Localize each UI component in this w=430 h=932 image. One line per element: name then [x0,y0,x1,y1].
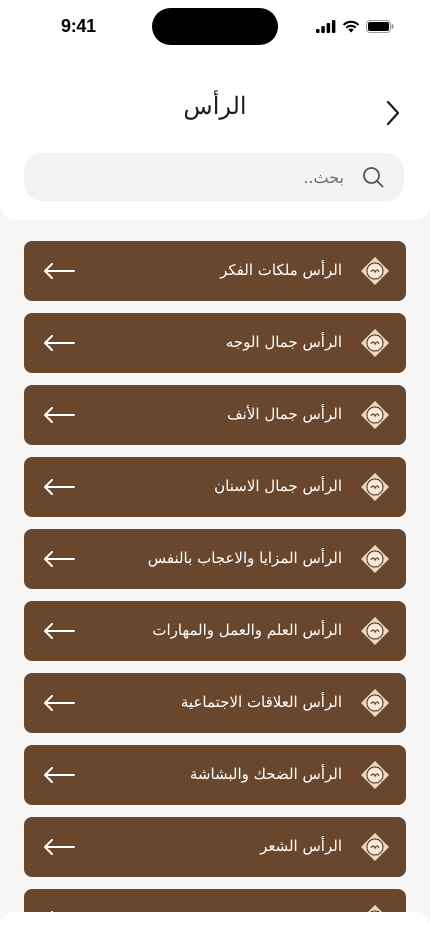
search-box[interactable] [24,153,404,201]
arrow-left-icon [44,839,75,855]
back-button[interactable] [380,98,406,128]
arrow-left-icon [44,263,75,279]
search-input[interactable] [44,153,344,201]
arrow-left-icon [44,479,75,495]
list-item-label: الرأس جمال الوجه [225,333,342,351]
header-card: الرأس [0,54,430,220]
list-item[interactable]: الرأس المزايا والاعجاب بالنفس [24,529,406,589]
ornament-badge-icon [361,761,389,789]
list-item[interactable]: الرأس جمال الوجه [24,313,406,373]
ornament-badge-icon [368,905,382,912]
status-bar: 9:41 [0,0,430,54]
arrow-left-icon [44,551,75,567]
ornament-badge-icon [361,833,389,861]
ornament-badge-icon [361,473,389,501]
list-item[interactable]: الرأس ملكات الفكر [24,241,406,301]
list-item-label: الرأس الشعر [260,837,342,855]
chevron-right-icon [386,100,400,126]
list-item-label: الرأس جمال الأنف [227,405,342,423]
list-item-label: الرأس الضحك والبشاشة [189,765,342,783]
search-icon[interactable] [362,166,384,188]
bottom-bar [0,912,430,932]
list-item[interactable] [24,889,406,912]
phone-screen: 9:41 الرأس بحث.. الرأس ملكات الفكر الرأس… [0,0,430,932]
arrow-left-icon [44,623,75,639]
arrow-left-icon [44,407,75,423]
list-item-label: الرأس ملكات الفكر [220,261,342,279]
dynamic-island [152,8,278,45]
list-item-label: الرأس العلاقات الاجتماعية [180,693,342,711]
list-item[interactable]: الرأس جمال الاسنان [24,457,406,517]
page-title: الرأس [183,92,247,120]
list-item[interactable]: الرأس جمال الأنف [24,385,406,445]
cellular-icon [316,19,336,33]
ornament-badge-icon [361,329,389,357]
list-item[interactable]: الرأس العلاقات الاجتماعية [24,673,406,733]
ornament-badge-icon [361,545,389,573]
topic-list: الرأس ملكات الفكر الرأس جمال الوجه الرأس… [24,241,406,912]
battery-icon [366,19,394,33]
ornament-badge-icon [361,689,389,717]
ornament-badge-icon [361,401,389,429]
arrow-left-icon [44,767,75,783]
list-item-label: الرأس العلم والعمل والمهارات [152,621,342,639]
list-item[interactable]: الرأس الضحك والبشاشة [24,745,406,805]
list-item[interactable]: الرأس الشعر [24,817,406,877]
wifi-icon [342,20,360,32]
list-item-label: الرأس جمال الاسنان [214,477,342,495]
list-item[interactable]: الرأس العلم والعمل والمهارات [24,601,406,661]
status-icons [316,18,394,34]
list-item-label: الرأس المزايا والاعجاب بالنفس [147,549,342,567]
status-time: 9:41 [61,16,96,36]
arrow-left-icon [44,695,75,711]
arrow-left-icon [44,335,75,351]
ornament-badge-icon [361,257,389,285]
ornament-badge-icon [361,617,389,645]
